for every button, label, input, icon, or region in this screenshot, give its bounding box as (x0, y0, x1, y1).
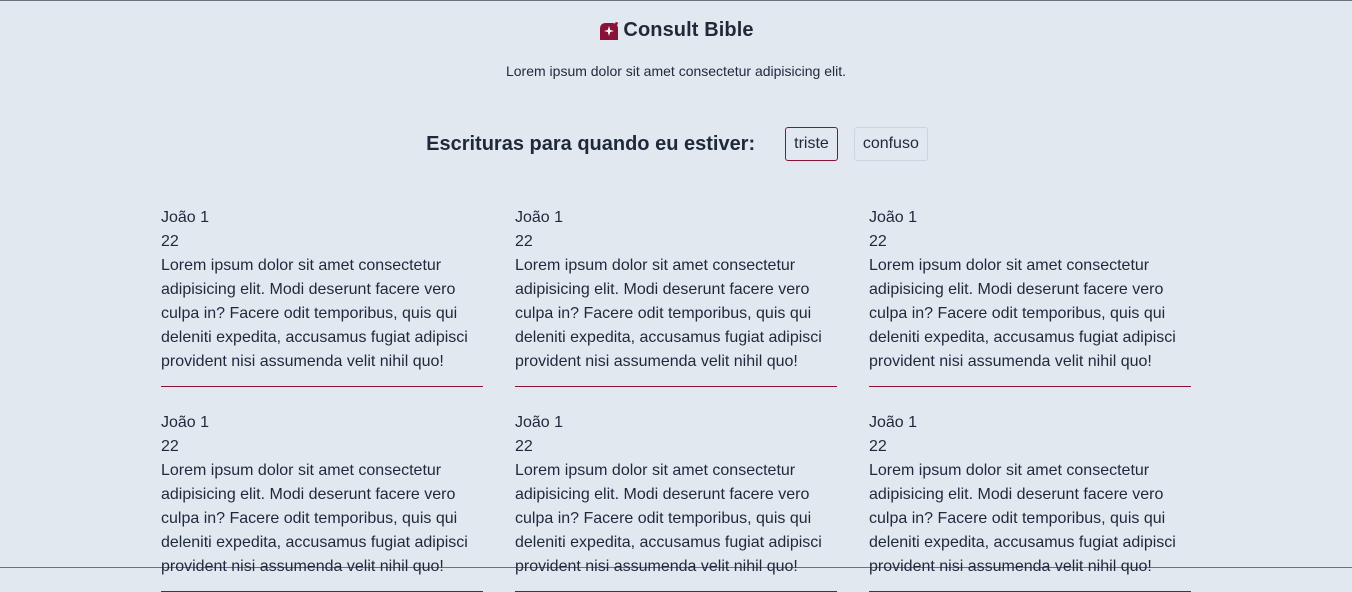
verse-number: 22 (869, 233, 887, 250)
verse-card: João 1 22 Lorem ipsum dolor sit amet con… (515, 411, 837, 592)
verse-card: João 1 22 Lorem ipsum dolor sit amet con… (869, 411, 1191, 592)
verse-number: 22 (515, 233, 533, 250)
verse-number: 22 (161, 438, 179, 455)
card-divider (869, 386, 1191, 387)
verse-number: 22 (869, 438, 887, 455)
bible-logo-icon (598, 20, 620, 42)
verse-card: João 1 22 Lorem ipsum dolor sit amet con… (161, 206, 483, 387)
verse-card: João 1 22 Lorem ipsum dolor sit amet con… (515, 206, 837, 387)
verse-number: 22 (161, 233, 179, 250)
verse-text: Lorem ipsum dolor sit amet consectetur a… (161, 257, 468, 370)
verse-book: João 1 (161, 209, 210, 226)
verse-book: João 1 (515, 209, 564, 226)
verse-card: João 1 22 Lorem ipsum dolor sit amet con… (869, 206, 1191, 387)
mood-button-triste[interactable]: triste (785, 127, 838, 161)
verse-book: João 1 (869, 209, 918, 226)
verse-grid: João 1 22 Lorem ipsum dolor sit amet con… (161, 206, 1191, 592)
mood-filter: Escrituras para quando eu estiver: trist… (0, 127, 1352, 161)
verse-text: Lorem ipsum dolor sit amet consectetur a… (515, 462, 822, 575)
brand-header: Consult Bible (0, 19, 1352, 42)
verse-book: João 1 (515, 414, 564, 431)
verse-book: João 1 (161, 414, 210, 431)
tagline: Lorem ipsum dolor sit amet consectetur a… (505, 63, 847, 79)
brand-title: Consult Bible (623, 19, 754, 41)
verse-text: Lorem ipsum dolor sit amet consectetur a… (515, 257, 822, 370)
mood-filter-label: Escrituras para quando eu estiver: (426, 132, 756, 155)
card-divider (161, 386, 483, 387)
verse-text: Lorem ipsum dolor sit amet consectetur a… (161, 462, 468, 575)
mood-button-confuso[interactable]: confuso (853, 127, 928, 161)
verse-number: 22 (515, 438, 533, 455)
verse-book: João 1 (869, 414, 918, 431)
verse-text: Lorem ipsum dolor sit amet consectetur a… (869, 462, 1176, 575)
verse-text: Lorem ipsum dolor sit amet consectetur a… (869, 257, 1176, 370)
card-divider (515, 386, 837, 387)
verse-card: João 1 22 Lorem ipsum dolor sit amet con… (161, 411, 483, 592)
